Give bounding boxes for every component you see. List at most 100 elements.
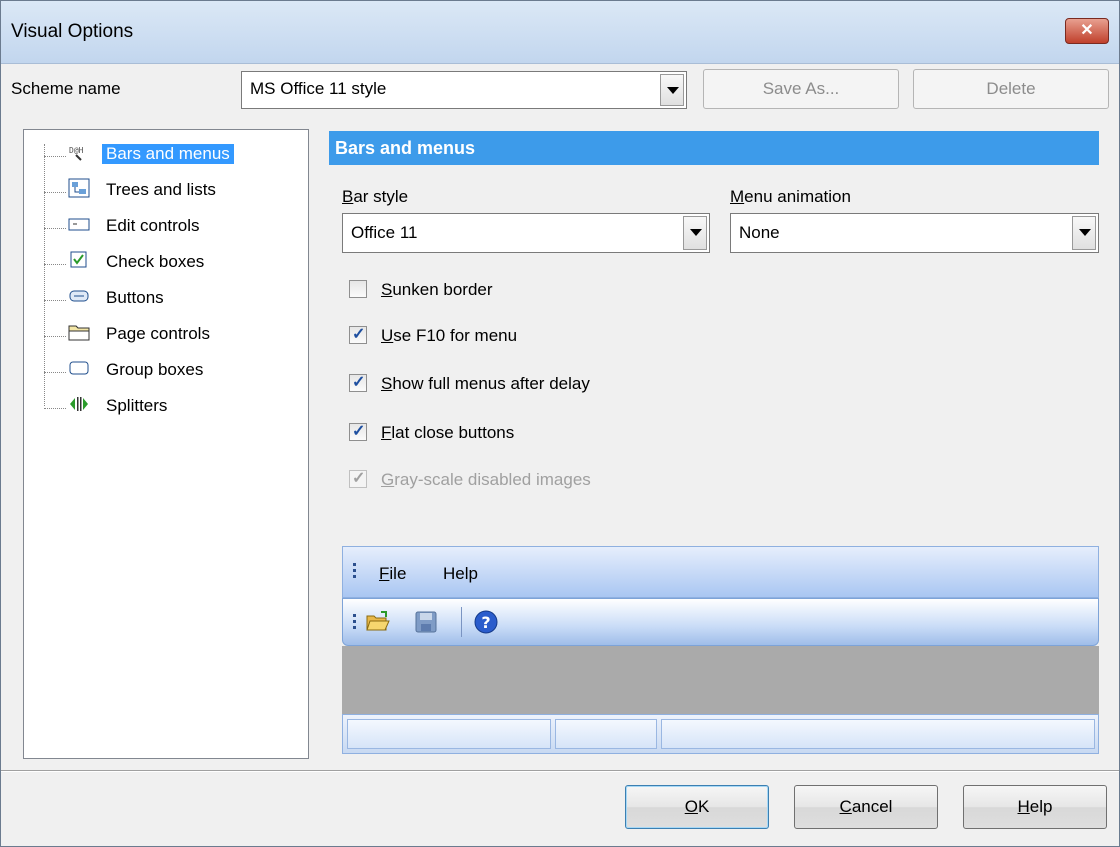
footer-separator xyxy=(1,770,1119,772)
scheme-name-label: Scheme name xyxy=(11,79,121,98)
preview-toolbar: ? xyxy=(342,598,1099,646)
preview-status-bar xyxy=(342,714,1099,754)
help-rest: elp xyxy=(1029,797,1053,816)
check-boxes-icon xyxy=(68,250,90,270)
checkbox-label: Flat close buttons xyxy=(381,423,514,443)
tree-connector-dots xyxy=(44,282,66,301)
edit-controls-icon xyxy=(68,214,90,234)
visual-options-dialog: Visual Options ✕ Scheme name MS Office 1… xyxy=(0,0,1120,847)
cancel-rest: ancel xyxy=(851,797,893,816)
checkbox-label: Use F10 for menu xyxy=(381,326,517,346)
style-preview: File Help ? xyxy=(342,546,1099,756)
bars-menus-icon: D@H xyxy=(68,142,90,162)
save-icon[interactable] xyxy=(413,609,439,635)
help-icon[interactable]: ? xyxy=(473,609,499,635)
scheme-name-value: MS Office 11 style xyxy=(250,79,387,98)
tree-item-label: Edit controls xyxy=(106,216,200,235)
tree-connector-dots xyxy=(44,138,66,157)
cancel-key: C xyxy=(839,797,852,816)
checkbox-box[interactable]: ✓ xyxy=(349,470,367,488)
tree-item-splitters[interactable]: Splitters xyxy=(24,390,308,420)
title-bar: Visual Options ✕ xyxy=(1,1,1119,64)
checkbox-box[interactable]: ✓ xyxy=(349,423,367,441)
chevron-down-icon[interactable] xyxy=(1072,216,1096,250)
checkmark-icon: ✓ xyxy=(352,374,366,391)
preview-menu-file[interactable]: File xyxy=(379,564,406,584)
checkbox-box[interactable] xyxy=(349,280,367,298)
help-button[interactable]: Help xyxy=(963,785,1107,829)
grip-icon[interactable] xyxy=(353,614,356,630)
svg-text:D@H: D@H xyxy=(69,146,84,155)
splitters-icon xyxy=(68,394,90,414)
preview-client-area xyxy=(342,646,1099,714)
panel-header: Bars and menus xyxy=(329,131,1099,165)
options-tree: D@H Bars and menus Trees and lists Edit … xyxy=(23,129,309,759)
checkbox-label-key: S xyxy=(381,280,393,299)
checkbox-label-key: U xyxy=(381,326,394,345)
checkbox-label: Show full menus after delay xyxy=(381,374,590,394)
open-folder-icon[interactable] xyxy=(365,609,391,635)
cancel-button[interactable]: Cancel xyxy=(794,785,938,829)
tree-connector-dots xyxy=(44,174,66,193)
chevron-down-icon[interactable] xyxy=(660,74,684,106)
tree-connector-dots xyxy=(44,246,66,265)
tree-connector-dots xyxy=(44,210,66,229)
status-panel xyxy=(661,719,1095,749)
group-boxes-icon xyxy=(68,358,90,378)
checkbox-box[interactable]: ✓ xyxy=(349,326,367,344)
save-as-button[interactable]: Save As... xyxy=(703,69,899,109)
menu-file-rest: ile xyxy=(389,564,407,583)
checkmark-icon: ✓ xyxy=(352,470,366,487)
svg-text:?: ? xyxy=(481,613,490,632)
grip-icon[interactable] xyxy=(353,563,356,579)
checkbox-label: Sunken border xyxy=(381,280,493,300)
bar-style-select[interactable]: Office 11 xyxy=(342,213,710,253)
tree-item-label: Trees and lists xyxy=(106,180,216,199)
preview-menu-help[interactable]: Help xyxy=(443,564,478,584)
delete-button[interactable]: Delete xyxy=(913,69,1109,109)
bar-style-label: Bar style xyxy=(342,187,408,207)
chevron-down-icon[interactable] xyxy=(683,216,707,250)
bar-style-label-rest: ar style xyxy=(353,187,409,206)
checkbox-label-rest: lat close buttons xyxy=(391,423,515,442)
panel-title: Bars and menus xyxy=(335,138,476,158)
menu-file-key: F xyxy=(379,564,390,583)
trees-lists-icon xyxy=(68,178,90,198)
toolbar-separator xyxy=(461,607,462,637)
checkbox-label-key: S xyxy=(381,374,393,393)
tree-item-group-boxes[interactable]: Group boxes xyxy=(24,354,308,384)
buttons-icon xyxy=(68,286,90,306)
checkbox-label-key: F xyxy=(381,423,392,442)
close-button[interactable]: ✕ xyxy=(1065,18,1109,44)
menu-animation-value: None xyxy=(739,223,780,242)
tree-item-trees-and-lists[interactable]: Trees and lists xyxy=(24,174,308,204)
checkbox-box[interactable]: ✓ xyxy=(349,374,367,392)
scheme-name-select[interactable]: MS Office 11 style xyxy=(241,71,687,109)
ok-rest: K xyxy=(697,797,710,816)
status-panel xyxy=(555,719,657,749)
checkbox-label-rest: ray-scale disabled images xyxy=(394,470,591,489)
status-panel xyxy=(347,719,551,749)
checkbox-label-rest: unken border xyxy=(392,280,493,299)
tree-item-page-controls[interactable]: Page controls xyxy=(24,318,308,348)
tree-connector-dots xyxy=(44,354,66,373)
tree-item-label: Splitters xyxy=(106,396,168,415)
help-key: H xyxy=(1017,797,1030,816)
tree-item-edit-controls[interactable]: Edit controls xyxy=(24,210,308,240)
menu-animation-label: Menu animation xyxy=(730,187,851,207)
bar-style-value: Office 11 xyxy=(351,223,418,242)
tree-item-bars-and-menus[interactable]: D@H Bars and menus xyxy=(24,138,308,168)
tree-item-check-boxes[interactable]: Check boxes xyxy=(24,246,308,276)
tree-item-buttons[interactable]: Buttons xyxy=(24,282,308,312)
checkbox-label-rest: se F10 for menu xyxy=(393,326,518,345)
tree-item-label: Bars and menus xyxy=(102,144,234,164)
tree-item-label: Buttons xyxy=(106,288,164,307)
tree-item-label: Group boxes xyxy=(106,360,204,379)
ok-key: O xyxy=(684,797,698,816)
tree-connector-dots xyxy=(44,318,66,337)
ok-button[interactable]: OK xyxy=(625,785,769,829)
menu-animation-select[interactable]: None xyxy=(730,213,1099,253)
preview-menu-bar: File Help xyxy=(342,546,1099,598)
menu-animation-label-rest: enu animation xyxy=(744,187,851,206)
checkbox-label: Gray-scale disabled images xyxy=(381,470,591,490)
